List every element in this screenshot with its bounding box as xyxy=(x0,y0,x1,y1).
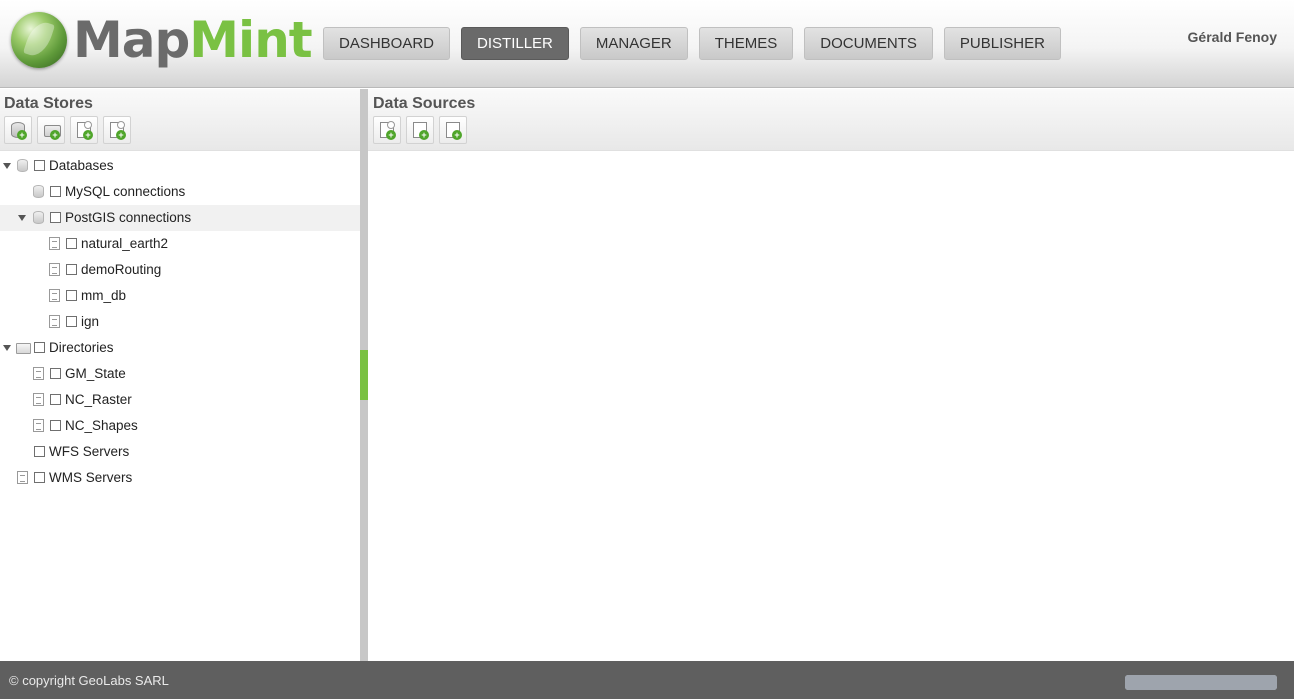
add-database-icon[interactable]: + xyxy=(4,116,32,144)
tree-node-label: NC_Shapes xyxy=(65,418,138,433)
document-icon xyxy=(49,263,60,276)
document-icon xyxy=(49,237,60,250)
tree-node-directories[interactable]: Directories xyxy=(0,335,360,361)
leaf-logo-icon xyxy=(11,12,67,68)
document-icon xyxy=(33,393,44,406)
panel-splitter[interactable] xyxy=(360,89,368,661)
database-icon xyxy=(33,211,44,224)
tree-node-mm-db[interactable]: mm_db xyxy=(0,283,360,309)
data-stores-panel: Data Stores + + + + Databases MySQL conn… xyxy=(0,89,360,661)
data-stores-toolbar: + + + + xyxy=(4,116,136,144)
document-icon xyxy=(33,367,44,380)
add-vector-source-icon[interactable]: + xyxy=(406,116,434,144)
tree-node-postgis-connections[interactable]: PostGIS connections xyxy=(0,205,360,231)
tree-node-wfs-servers[interactable]: WFS Servers xyxy=(0,439,360,465)
checkbox[interactable] xyxy=(50,420,61,431)
user-name[interactable]: Gérald Fenoy xyxy=(1188,29,1277,45)
checkbox[interactable] xyxy=(50,212,61,223)
checkbox[interactable] xyxy=(50,394,61,405)
checkbox[interactable] xyxy=(66,238,77,249)
logo-text: MapMint xyxy=(73,15,313,65)
header: MapMint DASHBOARD DISTILLER MANAGER THEM… xyxy=(0,0,1294,88)
nav-distiller-button[interactable]: DISTILLER xyxy=(461,27,569,60)
add-wfs-server-icon[interactable]: + xyxy=(70,116,98,144)
checkbox[interactable] xyxy=(34,160,45,171)
nav-documents-button[interactable]: DOCUMENTS xyxy=(804,27,933,60)
tree-node-mysql-connections[interactable]: MySQL connections xyxy=(0,179,360,205)
tree-node-label: PostGIS connections xyxy=(65,210,192,225)
nav-publisher-button[interactable]: PUBLISHER xyxy=(943,27,1061,60)
checkbox[interactable] xyxy=(66,316,77,327)
tree-node-label: mm_db xyxy=(81,288,127,303)
tree-node-demorouting[interactable]: demoRouting xyxy=(0,257,360,283)
tree-node-label: WMS Servers xyxy=(49,470,133,485)
tree-node-label: Databases xyxy=(49,158,114,173)
tree-node-label: NC_Raster xyxy=(65,392,132,407)
document-icon xyxy=(33,419,44,432)
tree-node-ign[interactable]: ign xyxy=(0,309,360,335)
add-raster-source-icon[interactable]: + xyxy=(439,116,467,144)
folder-icon xyxy=(16,343,31,354)
add-directory-icon[interactable]: + xyxy=(37,116,65,144)
tree-node-nc-raster[interactable]: NC_Raster xyxy=(0,387,360,413)
add-wms-server-icon[interactable]: + xyxy=(103,116,131,144)
nav-dashboard-button[interactable]: DASHBOARD xyxy=(323,27,451,60)
tree-node-natural-earth2[interactable]: natural_earth2 xyxy=(0,231,360,257)
data-sources-header: Data Sources + + + xyxy=(368,89,1294,151)
nav-manager-button[interactable]: MANAGER xyxy=(579,27,688,60)
tree-node-label: GM_State xyxy=(65,366,126,381)
tree-node-gm-state[interactable]: GM_State xyxy=(0,361,360,387)
data-stores-tree: Databases MySQL connections PostGIS conn… xyxy=(0,153,360,491)
document-icon xyxy=(17,471,28,484)
logo-text-mint: Mint xyxy=(189,11,312,69)
tree-node-label: MySQL connections xyxy=(65,184,186,199)
checkbox[interactable] xyxy=(66,290,77,301)
data-stores-header: Data Stores + + + + xyxy=(0,89,360,151)
tree-node-label: ign xyxy=(81,314,100,329)
tree-node-label: natural_earth2 xyxy=(81,236,169,251)
checkbox[interactable] xyxy=(34,472,45,483)
tree-node-label: demoRouting xyxy=(81,262,162,277)
add-source-icon[interactable]: + xyxy=(373,116,401,144)
document-icon xyxy=(49,289,60,302)
expand-arrow-icon[interactable] xyxy=(3,163,11,169)
tree-node-wms-servers[interactable]: WMS Servers xyxy=(0,465,360,491)
data-sources-title: Data Sources xyxy=(373,95,476,112)
expand-arrow-icon[interactable] xyxy=(18,215,26,221)
splitter-handle[interactable] xyxy=(360,350,368,400)
checkbox[interactable] xyxy=(34,446,45,457)
main-nav: DASHBOARD DISTILLER MANAGER THEMES DOCUM… xyxy=(323,27,1072,60)
progress-bar xyxy=(1125,675,1277,690)
mapmint-logo[interactable]: MapMint xyxy=(11,10,313,70)
checkbox[interactable] xyxy=(66,264,77,275)
logo-text-map: Map xyxy=(73,11,190,69)
footer: © copyright GeoLabs SARL xyxy=(0,661,1294,699)
checkbox[interactable] xyxy=(34,342,45,353)
tree-node-databases[interactable]: Databases xyxy=(0,153,360,179)
document-icon xyxy=(49,315,60,328)
tree-node-label: WFS Servers xyxy=(49,444,130,459)
data-stores-title: Data Stores xyxy=(4,95,93,112)
nav-themes-button[interactable]: THEMES xyxy=(698,27,794,60)
tree-node-nc-shapes[interactable]: NC_Shapes xyxy=(0,413,360,439)
database-icon xyxy=(33,185,44,198)
progress-fill xyxy=(1125,675,1277,690)
tree-node-label: Directories xyxy=(49,340,114,355)
checkbox[interactable] xyxy=(50,368,61,379)
expand-arrow-icon[interactable] xyxy=(3,345,11,351)
copyright-text: © copyright GeoLabs SARL xyxy=(9,673,169,688)
data-sources-panel: Data Sources + + + xyxy=(368,89,1294,661)
checkbox[interactable] xyxy=(50,186,61,197)
database-icon xyxy=(17,159,28,172)
data-sources-toolbar: + + + xyxy=(373,116,472,144)
